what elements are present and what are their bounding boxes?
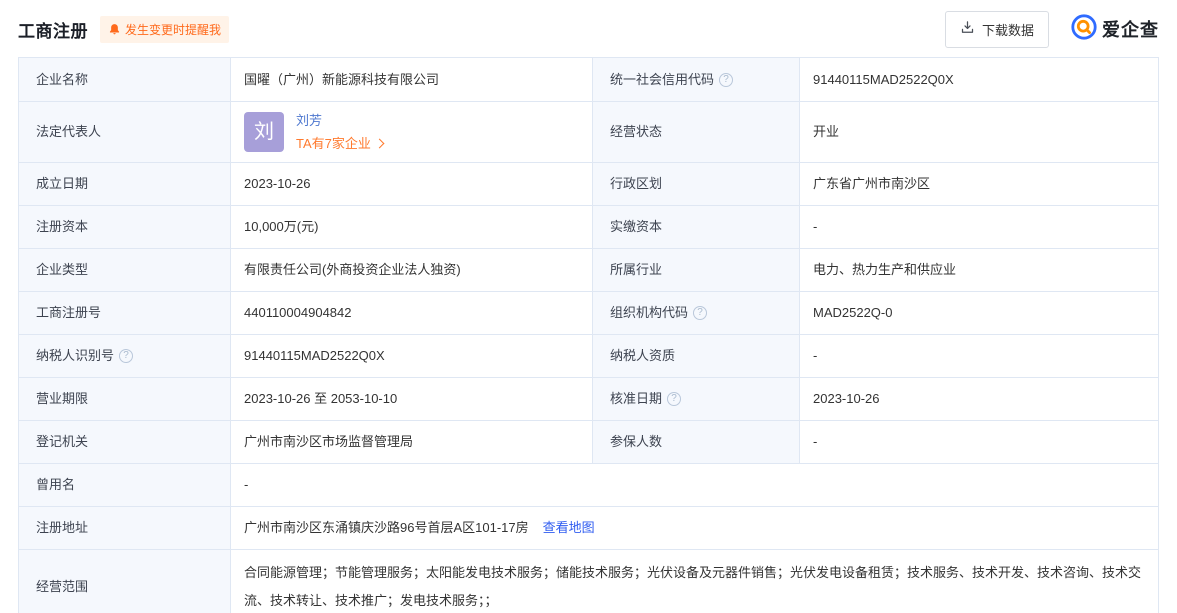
company-type-value-cell: 有限责任公司(外商投资企业法人独资)	[230, 249, 592, 291]
credit-code-value-cell: 91440115MAD2522Q0X	[799, 58, 1158, 101]
reg-address-text: 广州市南沙区东涌镇庆沙路96号首层A区101-17房	[244, 518, 529, 538]
reg-capital-label-cell: 注册资本	[19, 206, 230, 248]
row-reg-capital: 注册资本 10,000万(元) 实缴资本 -	[19, 205, 1158, 248]
establish-date-value-cell: 2023-10-26	[230, 163, 592, 205]
reg-number-value-cell: 440110004904842	[230, 292, 592, 334]
download-icon	[960, 20, 975, 38]
former-name-label-cell: 曾用名	[19, 464, 230, 506]
status-label-cell: 经营状态	[592, 102, 799, 162]
help-icon[interactable]: ?	[667, 392, 681, 406]
taxpayer-qualification-label-cell: 纳税人资质	[592, 335, 799, 377]
legal-rep-label-cell: 法定代表人	[19, 102, 230, 162]
chevron-right-icon	[374, 139, 384, 149]
legal-rep-name-link[interactable]: 刘芳	[296, 111, 383, 131]
business-scope-label-cell: 经营范围	[19, 550, 230, 613]
legal-rep-related-label: TA有7家企业	[296, 134, 371, 154]
org-code-value-cell: MAD2522Q-0	[799, 292, 1158, 334]
reg-capital-value-cell: 10,000万(元)	[230, 206, 592, 248]
reg-number-label-cell: 工商注册号	[19, 292, 230, 334]
industry-value-cell: 电力、热力生产和供应业	[799, 249, 1158, 291]
business-scope-value-cell: 合同能源管理；节能管理服务；太阳能发电技术服务；储能技术服务；光伏设备及元器件销…	[230, 550, 1158, 613]
page-title: 工商注册	[18, 17, 88, 42]
company-name-value-cell: 国曜（广州）新能源科技有限公司	[230, 58, 592, 101]
taxpayer-id-label-cell: 纳税人识别号?	[19, 335, 230, 377]
insured-count-value-cell: -	[799, 421, 1158, 463]
row-reg-address: 注册地址 广州市南沙区东涌镇庆沙路96号首层A区101-17房 查看地图	[19, 506, 1158, 549]
aiqicha-logo-icon	[1071, 14, 1097, 45]
paid-capital-label-cell: 实缴资本	[592, 206, 799, 248]
reg-address-label-cell: 注册地址	[19, 507, 230, 549]
industry-label-cell: 所属行业	[592, 249, 799, 291]
download-label: 下载数据	[982, 20, 1034, 39]
company-type-label-cell: 企业类型	[19, 249, 230, 291]
paid-capital-value-cell: -	[799, 206, 1158, 248]
admin-division-label-cell: 行政区划	[592, 163, 799, 205]
help-icon[interactable]: ?	[119, 349, 133, 363]
row-company-name: 企业名称 国曜（广州）新能源科技有限公司 统一社会信用代码? 91440115M…	[19, 58, 1158, 101]
taxpayer-id-value-cell: 91440115MAD2522Q0X	[230, 335, 592, 377]
business-registration-table: 企业名称 国曜（广州）新能源科技有限公司 统一社会信用代码? 91440115M…	[18, 57, 1159, 613]
reg-authority-label-cell: 登记机关	[19, 421, 230, 463]
business-term-value-cell: 2023-10-26 至 2053-10-10	[230, 378, 592, 420]
row-business-scope: 经营范围 合同能源管理；节能管理服务；太阳能发电技术服务；储能技术服务；光伏设备…	[19, 549, 1158, 613]
row-former-name: 曾用名 -	[19, 463, 1158, 506]
taxpayer-qualification-value-cell: -	[799, 335, 1158, 377]
company-name-label-cell: 企业名称	[19, 58, 230, 101]
section-header: 工商注册 发生变更时提醒我 下载数据 爱企查	[0, 0, 1177, 52]
row-business-term: 营业期限 2023-10-26 至 2053-10-10 核准日期? 2023-…	[19, 377, 1158, 420]
row-company-type: 企业类型 有限责任公司(外商投资企业法人独资) 所属行业 电力、热力生产和供应业	[19, 248, 1158, 291]
row-legal-representative: 法定代表人 刘 刘芳 TA有7家企业 经营状态 开业	[19, 101, 1158, 162]
org-code-label-cell: 组织机构代码?	[592, 292, 799, 334]
help-icon[interactable]: ?	[719, 73, 733, 87]
row-reg-number: 工商注册号 440110004904842 组织机构代码? MAD2522Q-0	[19, 291, 1158, 334]
row-taxpayer-id: 纳税人识别号? 91440115MAD2522Q0X 纳税人资质 -	[19, 334, 1158, 377]
status-value-cell: 开业	[799, 102, 1158, 162]
admin-division-value-cell: 广东省广州市南沙区	[799, 163, 1158, 205]
credit-code-label-cell: 统一社会信用代码?	[592, 58, 799, 101]
reg-address-value-cell: 广州市南沙区东涌镇庆沙路96号首层A区101-17房 查看地图	[230, 507, 1158, 549]
establish-date-label-cell: 成立日期	[19, 163, 230, 205]
legal-rep-value-cell: 刘 刘芳 TA有7家企业	[230, 102, 592, 162]
legal-rep-avatar[interactable]: 刘	[244, 112, 284, 152]
business-term-label-cell: 营业期限	[19, 378, 230, 420]
row-establish-date: 成立日期 2023-10-26 行政区划 广东省广州市南沙区	[19, 162, 1158, 205]
help-icon[interactable]: ?	[693, 306, 707, 320]
brand-logo[interactable]: 爱企查	[1071, 14, 1159, 45]
download-data-button[interactable]: 下载数据	[945, 11, 1049, 48]
insured-count-label-cell: 参保人数	[592, 421, 799, 463]
brand-name: 爱企查	[1102, 16, 1159, 42]
change-reminder-label: 发生变更时提醒我	[125, 21, 221, 38]
reg-authority-value-cell: 广州市南沙区市场监督管理局	[230, 421, 592, 463]
approval-date-value-cell: 2023-10-26	[799, 378, 1158, 420]
legal-rep-related-link[interactable]: TA有7家企业	[296, 134, 383, 154]
bell-icon	[108, 23, 121, 36]
approval-date-label-cell: 核准日期?	[592, 378, 799, 420]
change-reminder-badge[interactable]: 发生变更时提醒我	[100, 16, 229, 43]
view-map-link[interactable]: 查看地图	[543, 518, 595, 538]
row-reg-authority: 登记机关 广州市南沙区市场监督管理局 参保人数 -	[19, 420, 1158, 463]
former-name-value-cell: -	[230, 464, 1158, 506]
